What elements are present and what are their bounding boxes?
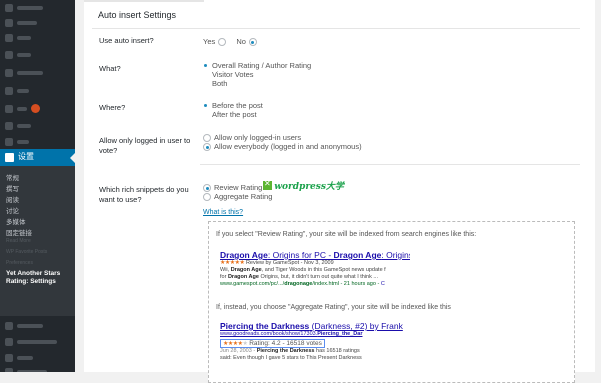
snippet-example-box: If you select "Review Rating", your site… <box>208 221 575 383</box>
menu-item[interactable] <box>0 318 75 334</box>
aggregate-snippet: Jun 28, 2003 - Piercing the Darkness has… <box>220 348 360 354</box>
aggregate-snippet: said: Even though I gave 5 stars to This… <box>220 355 362 361</box>
selected-radio <box>204 64 207 68</box>
rich-snippets-option[interactable]: Review Rating <box>200 183 262 193</box>
plugin-icon <box>5 354 13 362</box>
settings-submenu: 常规 撰写 阅读 讨论 多媒体 固定链接 Read More WP Favori… <box>0 166 75 316</box>
submenu-item-current[interactable]: Yet Another Stars Rating: Settings <box>6 270 72 286</box>
current-menu-arrow <box>70 153 75 163</box>
auto-insert-no-label: No <box>236 37 246 46</box>
selected-radio <box>204 104 207 108</box>
divider <box>200 164 580 165</box>
submenu-item[interactable]: 固定链接 <box>6 227 32 237</box>
logged-in-label: Allow only logged in user to vote? <box>99 136 191 155</box>
menu-item[interactable] <box>0 0 75 16</box>
section-title: Auto insert Settings <box>98 10 177 20</box>
radio[interactable] <box>203 134 211 143</box>
where-option[interactable]: After the post <box>201 110 257 119</box>
menu-item[interactable] <box>0 101 75 117</box>
submenu-item[interactable]: 常规 <box>6 172 19 182</box>
divider <box>92 28 580 29</box>
aggregate-url: www.goodreads.com/book/show/17303.Pierci… <box>220 331 363 337</box>
menu-item-settings[interactable]: 设置 <box>0 149 75 166</box>
radio[interactable] <box>203 143 211 152</box>
review-snippet: Wii, Dragon Age, and Tiger Woods in this… <box>220 267 386 273</box>
pages-icon <box>5 51 13 59</box>
auto-insert-yes-label: Yes <box>203 37 216 46</box>
tab-border <box>84 0 204 2</box>
menu-item[interactable] <box>0 15 75 31</box>
what-label: What? <box>99 64 121 73</box>
radio[interactable] <box>203 184 211 193</box>
star-rating: ★★★★★ <box>220 260 245 266</box>
update-badge <box>31 104 40 113</box>
plugins-icon <box>5 105 13 113</box>
what-is-this-link[interactable]: What is this? <box>203 209 243 216</box>
submenu-item[interactable]: 撰写 <box>6 183 19 193</box>
users-icon <box>5 122 13 130</box>
review-serp-result: Dragon Age: Origins for PC - Dragon Age:… <box>220 250 410 288</box>
aggregate-serp-result: Piercing the Darkness (Darkness, #2) by … <box>220 321 410 362</box>
submenu-item[interactable]: 多媒体 <box>6 216 26 226</box>
settings-icon <box>5 153 14 162</box>
review-intro: If you select "Review Rating", your site… <box>216 231 477 238</box>
menu-item[interactable] <box>0 334 75 350</box>
review-snippet: for Dragon Age Origins, but, it didn't t… <box>220 274 378 280</box>
menu-item[interactable] <box>0 30 75 46</box>
submenu-item[interactable]: Preferences <box>6 260 33 266</box>
menu-settings-label: 设置 <box>18 152 34 161</box>
appearance-icon <box>5 87 13 95</box>
menu-item[interactable] <box>0 364 75 372</box>
admin-sidebar: 设置 常规 撰写 阅读 讨论 多媒体 固定链接 Read More WP Fav… <box>0 0 75 372</box>
radio[interactable] <box>203 193 211 202</box>
review-url: www.gamespot.com/pc/.../dragonage/index.… <box>220 281 385 287</box>
what-option[interactable]: Both <box>201 79 227 88</box>
aggregate-intro: If, instead, you choose "Aggregate Ratin… <box>216 304 451 311</box>
submenu-item[interactable]: WP Favorite Posts <box>6 249 47 255</box>
auto-insert-yes-radio[interactable] <box>218 38 227 47</box>
aggregate-rating-row: ★★★★★ Rating: 4.2 - 16518 votes <box>220 338 410 348</box>
what-option[interactable]: Visitor Votes <box>201 70 254 79</box>
menu-item[interactable] <box>0 65 75 81</box>
where-option[interactable]: Before the post <box>201 101 263 110</box>
aggregate-rating-box: ★★★★★ Rating: 4.2 - 16518 votes <box>220 339 325 348</box>
tools-icon <box>5 138 13 146</box>
menu-item[interactable] <box>0 134 75 150</box>
posts-icon <box>5 19 13 27</box>
dashboard-icon <box>5 4 13 12</box>
logged-in-option[interactable]: Allow only logged-in users <box>200 133 301 143</box>
plugin-icon <box>5 322 13 330</box>
watermark-logo: wordpress大学 <box>263 179 344 192</box>
where-label: Where? <box>99 103 126 112</box>
review-result-title[interactable]: Dragon Age: Origins for PC - Dragon Age:… <box>220 250 410 260</box>
rich-snippets-option[interactable]: Aggregate Rating <box>200 192 272 202</box>
rich-snippets-label: Which rich snippets do you want to use? <box>99 185 189 204</box>
media-icon <box>5 34 13 42</box>
submenu-item[interactable]: 阅读 <box>6 194 19 204</box>
auto-insert-options: Yes No <box>203 37 260 47</box>
submenu-item[interactable]: Read More <box>6 238 31 244</box>
what-option[interactable]: Overall Rating / Author Rating <box>201 61 311 70</box>
plugin-icon <box>5 338 13 346</box>
auto-insert-no-radio[interactable] <box>248 38 257 47</box>
comments-icon <box>5 69 13 77</box>
auto-insert-label: Use auto insert? <box>99 36 154 45</box>
aggregate-result-title[interactable]: Piercing the Darkness (Darkness, #2) by … <box>220 321 410 331</box>
submenu-item[interactable]: 讨论 <box>6 205 19 215</box>
menu-item[interactable] <box>0 83 75 99</box>
menu-item[interactable] <box>0 118 75 134</box>
menu-item[interactable] <box>0 47 75 63</box>
plugin-icon <box>5 368 13 372</box>
watermark-icon <box>263 179 272 190</box>
review-meta: ★★★★★ Review by GameSpot - Nov 3, 2009 <box>220 260 334 266</box>
logged-in-option[interactable]: Allow everybody (logged in and anonymous… <box>200 142 362 152</box>
